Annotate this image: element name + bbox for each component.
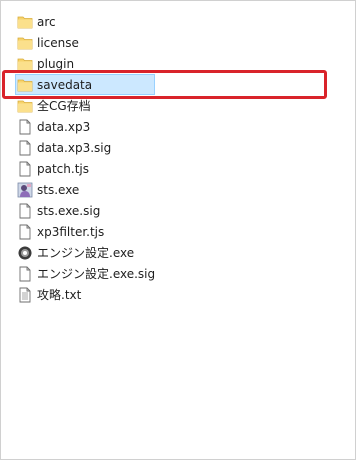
file-name: plugin [37, 56, 75, 71]
file-icon [17, 224, 33, 240]
settings-app-icon [17, 245, 33, 261]
file-icon [17, 203, 33, 219]
file-name: patch.tjs [37, 161, 89, 176]
file-item-license[interactable]: license [15, 32, 345, 53]
folder-icon [17, 35, 33, 51]
file-item-engine-settings-exe[interactable]: エンジン設定.exe [15, 242, 345, 263]
file-name: 全CG存档 [37, 99, 91, 113]
file-item-engine-settings-exe-sig[interactable]: エンジン設定.exe.sig [15, 263, 345, 284]
file-item-sts-exe[interactable]: sts.exe [15, 179, 345, 200]
file-icon [17, 161, 33, 177]
folder-icon [17, 14, 33, 30]
file-name: license [37, 35, 79, 50]
file-item-all-cg-save[interactable]: 全CG存档 [15, 95, 345, 116]
file-item-data-xp3[interactable]: data.xp3 [15, 116, 345, 137]
file-name: data.xp3 [37, 119, 91, 134]
file-name: data.xp3.sig [37, 140, 112, 155]
folder-icon [17, 56, 33, 72]
file-item-walkthrough-txt[interactable]: 攻略.txt [15, 284, 345, 305]
text-file-icon [17, 287, 33, 303]
file-name: 攻略.txt [37, 288, 82, 302]
file-list-pane: arc license plugin savedata 全CG存档 data.x… [0, 0, 356, 460]
file-name: sts.exe [37, 182, 80, 197]
file-item-plugin[interactable]: plugin [15, 53, 345, 74]
file-name: arc [37, 14, 56, 29]
file-item-data-xp3-sig[interactable]: data.xp3.sig [15, 137, 345, 158]
file-name: savedata [37, 77, 93, 92]
file-icon [17, 266, 33, 282]
file-name: sts.exe.sig [37, 203, 101, 218]
app-icon [17, 182, 33, 198]
file-item-patch-tjs[interactable]: patch.tjs [15, 158, 345, 179]
file-item-savedata[interactable]: savedata [15, 74, 345, 95]
file-name: エンジン設定.exe.sig [37, 267, 156, 281]
file-item-arc[interactable]: arc [15, 11, 345, 32]
file-item-sts-exe-sig[interactable]: sts.exe.sig [15, 200, 345, 221]
folder-icon [17, 98, 33, 114]
file-list: arc license plugin savedata 全CG存档 data.x… [15, 11, 345, 305]
file-icon [17, 140, 33, 156]
file-icon [17, 119, 33, 135]
file-name: xp3filter.tjs [37, 224, 105, 239]
folder-icon [17, 77, 33, 93]
file-name: エンジン設定.exe [37, 246, 135, 260]
file-item-xp3filter-tjs[interactable]: xp3filter.tjs [15, 221, 345, 242]
